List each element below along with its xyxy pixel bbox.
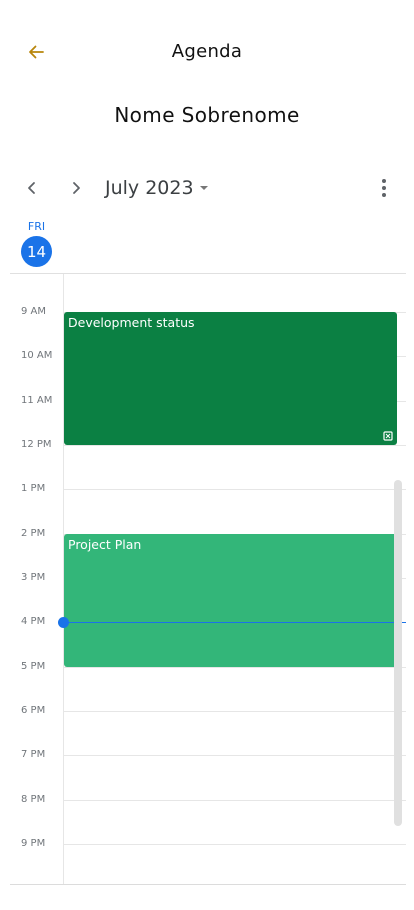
timeline-grid[interactable]: 9 AM 10 AM 11 AM 12 PM 1 PM 2 PM 3 PM 4 PM 5 PM 6… xyxy=(10,274,406,884)
event-block[interactable]: Development status xyxy=(64,312,397,445)
hour-label: 5 PM xyxy=(21,660,46,672)
month-selector[interactable]: July 2023 xyxy=(105,174,208,202)
hour-line xyxy=(63,755,406,757)
hour-label: 9 PM xyxy=(21,837,46,849)
previous-button[interactable] xyxy=(18,174,46,202)
app-bar: Agenda xyxy=(0,0,414,100)
hour-label: 6 PM xyxy=(21,704,46,716)
hour-label: 12 PM xyxy=(21,438,52,450)
hour-line xyxy=(63,710,406,712)
event-title: Development status xyxy=(68,315,195,330)
calendar-view: July 2023 FRI 14 9 AM 10 AM 11 AM 12 PM 1 PM… xyxy=(10,168,406,885)
page-title: Agenda xyxy=(171,41,243,62)
hour-label: 7 PM xyxy=(21,749,46,761)
current-time-line xyxy=(64,622,406,624)
scrollbar[interactable] xyxy=(394,480,402,826)
hour-label: 1 PM xyxy=(21,483,46,495)
chevron-left-icon xyxy=(28,182,35,194)
hour-line xyxy=(63,843,406,845)
next-button[interactable] xyxy=(62,174,90,202)
hour-line xyxy=(63,666,406,668)
hour-line xyxy=(63,799,406,801)
chevron-right-icon xyxy=(73,182,80,194)
event-block[interactable]: Project Plan xyxy=(64,533,397,667)
more-vert-icon xyxy=(382,179,386,197)
hour-label: 4 PM xyxy=(21,616,46,628)
hour-label: 9 AM xyxy=(21,306,47,317)
hour-label: 8 PM xyxy=(21,793,46,805)
caret-down-icon xyxy=(199,186,208,190)
hour-label: 2 PM xyxy=(21,527,46,539)
weekday-label: FRI xyxy=(27,220,46,233)
calendar-toolbar: July 2023 xyxy=(10,168,406,208)
recurring-icon xyxy=(383,431,393,441)
hour-label: 10 AM xyxy=(21,350,53,362)
user-name: Nome Sobrenome xyxy=(114,103,300,127)
hour-line xyxy=(63,444,406,446)
date-badge[interactable]: 14 xyxy=(21,236,52,267)
hour-label: 11 AM xyxy=(21,394,53,406)
month-label: July 2023 xyxy=(105,177,194,199)
event-title: Project Plan xyxy=(68,536,142,552)
hour-line xyxy=(63,489,406,491)
more-options-button[interactable] xyxy=(372,174,396,202)
day-header: FRI 14 xyxy=(10,208,406,274)
hour-label: 3 PM xyxy=(21,571,46,583)
